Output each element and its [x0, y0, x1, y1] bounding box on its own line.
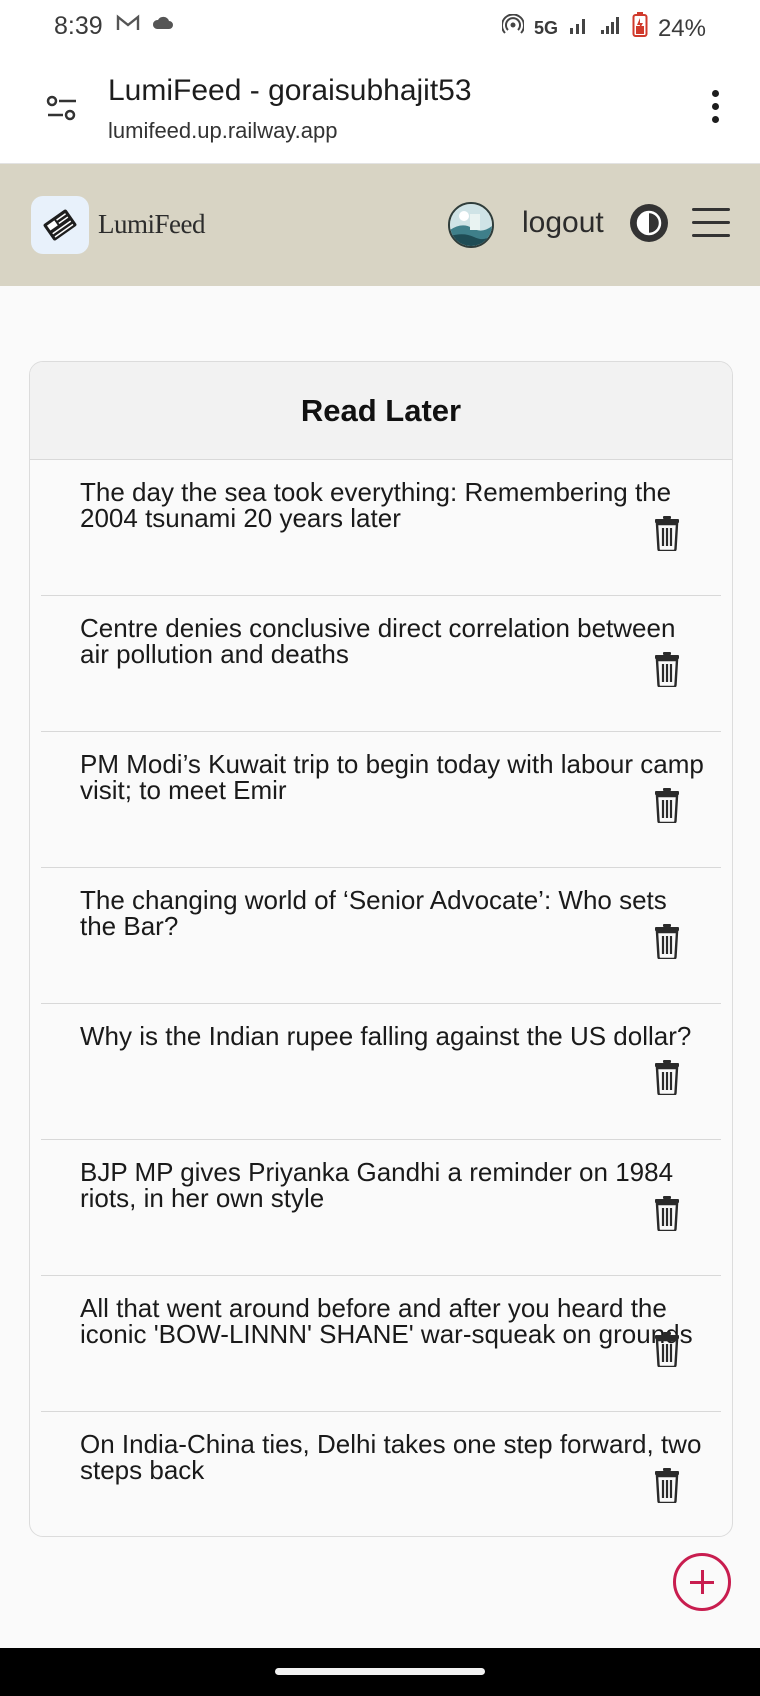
brand-name[interactable]: LumiFeed	[98, 209, 205, 240]
hotspot-icon	[500, 13, 525, 43]
system-nav-bar	[0, 1648, 760, 1696]
list-item[interactable]: Why is the Indian rupee falling against …	[41, 1004, 721, 1140]
trash-icon[interactable]	[654, 1195, 680, 1233]
url-field[interactable]: lumifeed.up.railway.app	[108, 118, 338, 144]
trash-icon[interactable]	[654, 787, 680, 825]
article-title[interactable]: Centre denies conclusive direct correlat…	[80, 615, 710, 667]
trash-icon[interactable]	[654, 1331, 680, 1369]
list-item[interactable]: On India-China ties, Delhi takes one ste…	[41, 1412, 721, 1536]
app-header: LumiFeed logout	[0, 164, 760, 286]
battery-percent: 24%	[657, 14, 706, 42]
trash-icon[interactable]	[654, 651, 680, 689]
read-later-card: Read Later The day the sea took everythi…	[29, 361, 733, 1537]
article-title[interactable]: The changing world of ‘Senior Advocate’:…	[80, 887, 710, 939]
list-item[interactable]: Centre denies conclusive direct correlat…	[41, 596, 721, 732]
home-gesture-pill[interactable]	[275, 1668, 485, 1675]
trash-icon[interactable]	[654, 1467, 680, 1505]
newspaper-logo-icon[interactable]	[31, 196, 89, 254]
site-settings-icon[interactable]	[46, 94, 78, 127]
read-later-list: The day the sea took everything: Remembe…	[30, 460, 732, 1536]
list-item[interactable]: All that went around before and after yo…	[41, 1276, 721, 1412]
trash-icon[interactable]	[654, 923, 680, 961]
card-header: Read Later	[30, 362, 732, 460]
add-button[interactable]	[673, 1553, 731, 1611]
status-time: 8:39	[54, 12, 103, 40]
list-item[interactable]: The day the sea took everything: Remembe…	[41, 460, 721, 596]
article-title[interactable]: BJP MP gives Priyanka Gandhi a reminder …	[80, 1159, 710, 1211]
cloud-icon	[152, 15, 174, 36]
article-title[interactable]: Why is the Indian rupee falling against …	[80, 1023, 710, 1049]
card-title: Read Later	[300, 392, 462, 428]
gmail-icon	[116, 14, 140, 37]
page-title: LumiFeed - goraisubhajit53	[108, 74, 472, 107]
theme-toggle-icon[interactable]	[628, 202, 670, 244]
signal-icon	[568, 14, 590, 43]
menu-icon[interactable]	[692, 208, 730, 238]
trash-icon[interactable]	[654, 515, 680, 553]
list-item[interactable]: PM Modi’s Kuwait trip to begin today wit…	[41, 732, 721, 868]
logout-link[interactable]: logout	[522, 206, 604, 240]
status-bar: 8:39 5G 24%	[0, 0, 760, 56]
article-title[interactable]: All that went around before and after yo…	[80, 1295, 710, 1347]
article-title[interactable]: On India-China ties, Delhi takes one ste…	[80, 1431, 710, 1483]
article-title[interactable]: PM Modi’s Kuwait trip to begin today wit…	[80, 751, 710, 803]
list-item[interactable]: The changing world of ‘Senior Advocate’:…	[41, 868, 721, 1004]
battery-charging-icon	[632, 12, 648, 45]
list-item[interactable]: BJP MP gives Priyanka Gandhi a reminder …	[41, 1140, 721, 1276]
signal-icon	[600, 14, 622, 43]
avatar[interactable]	[448, 202, 494, 248]
browser-menu-button[interactable]	[708, 90, 722, 130]
network-type: 5G	[533, 18, 558, 38]
browser-toolbar: LumiFeed - goraisubhajit53 lumifeed.up.r…	[0, 56, 760, 165]
article-title[interactable]: The day the sea took everything: Remembe…	[80, 479, 710, 531]
trash-icon[interactable]	[654, 1059, 680, 1097]
